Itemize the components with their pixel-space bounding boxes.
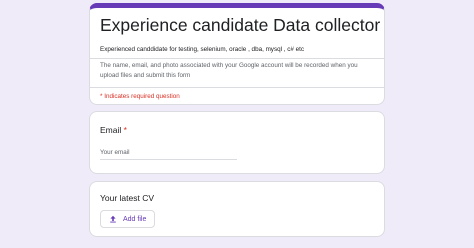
email-question-title: Email *: [100, 124, 127, 136]
form-description: Experienced canddidate for testing, sele…: [100, 46, 305, 53]
required-note: * Indicates required question: [100, 93, 180, 100]
email-label: Email: [100, 125, 122, 135]
email-field[interactable]: Your email: [100, 148, 237, 160]
add-file-button[interactable]: Add file: [100, 210, 156, 228]
required-marker: *: [123, 125, 127, 135]
add-file-label: Add file: [123, 215, 147, 223]
notice-divider: [90, 87, 384, 88]
email-question-card: Email * Your email: [89, 111, 385, 174]
upload-icon: [110, 215, 116, 223]
cv-question-card: Your latest CV Add file: [89, 181, 385, 237]
cv-question-title: Your latest CV: [100, 193, 155, 203]
form-title: Experience candidate Data collector: [100, 15, 381, 35]
account-notice: The name, email, and photo associated wi…: [100, 62, 358, 79]
form-header-card: Experience candidate Data collector Expe…: [89, 3, 385, 105]
header-divider: [90, 58, 384, 59]
